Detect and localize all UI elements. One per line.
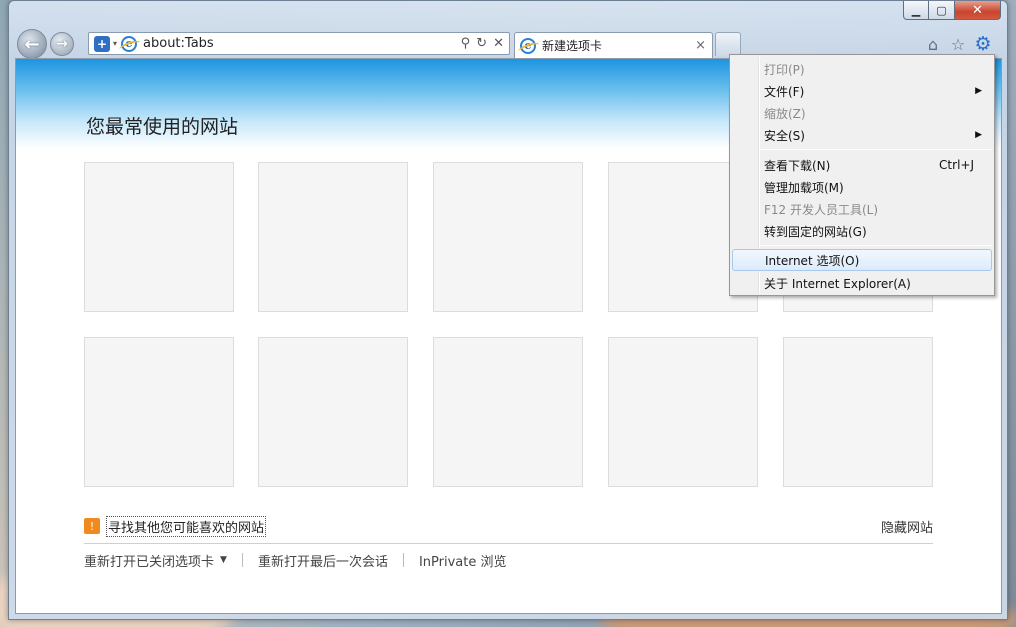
minimize-button[interactable]: ▁	[903, 1, 929, 20]
site-tile[interactable]	[783, 337, 933, 487]
forward-button[interactable]: →	[50, 32, 74, 56]
page-title: 您最常使用的网站	[86, 116, 239, 138]
site-tile[interactable]	[433, 162, 583, 312]
menu-item-label: 文件(F)	[764, 84, 805, 99]
menu-item-pinned-sites[interactable]: 转到固定的网站(G)	[732, 220, 992, 242]
site-tile[interactable]	[608, 337, 758, 487]
stop-icon[interactable]: ✕	[493, 36, 504, 51]
menu-item-view-downloads[interactable]: 查看下载(N) Ctrl+J	[732, 154, 992, 176]
home-icon[interactable]: ⌂	[923, 34, 943, 54]
discover-row: ! 寻找其他您可能喜欢的网站 隐藏网站	[84, 515, 933, 537]
menu-item-f12-devtools[interactable]: F12 开发人员工具(L)	[732, 198, 992, 220]
menu-separator	[760, 245, 992, 246]
ie-page-icon: e	[121, 35, 138, 52]
reopen-last-session-link[interactable]: 重新打开最后一次会话	[258, 551, 388, 570]
address-bar[interactable]: + ▾ e about:Tabs ⚲ ↻ ✕	[88, 32, 510, 55]
address-tools: ⚲ ↻ ✕	[455, 36, 504, 51]
url-field[interactable]: about:Tabs	[143, 36, 455, 51]
ie-tab-icon: e	[520, 37, 536, 54]
menu-item-safety[interactable]: 安全(S) ▶	[732, 124, 992, 146]
session-links: 重新打开已关闭选项卡 ▼ 重新打开最后一次会话 InPrivate 浏览	[84, 550, 506, 570]
chevron-down-icon[interactable]: ▼	[220, 555, 227, 565]
new-tab-button[interactable]	[715, 32, 741, 56]
hide-sites-link[interactable]: 隐藏网站	[881, 517, 933, 536]
inprivate-link[interactable]: InPrivate 浏览	[419, 551, 507, 570]
menu-item-print[interactable]: 打印(P)	[732, 58, 992, 80]
maximize-button[interactable]: ▢	[929, 1, 955, 20]
menu-item-label: 转到固定的网站(G)	[764, 224, 867, 239]
tab-new-tab[interactable]: e 新建选项卡 ×	[514, 32, 713, 58]
menu-item-zoom[interactable]: 缩放(Z)	[732, 102, 992, 124]
menu-item-file[interactable]: 文件(F) ▶	[732, 80, 992, 102]
submenu-arrow-icon: ▶	[975, 86, 982, 96]
close-tab-icon[interactable]: ×	[695, 38, 706, 53]
shortcut-text: Ctrl+J	[939, 158, 974, 172]
reopen-closed-tabs-link[interactable]: 重新打开已关闭选项卡	[84, 551, 214, 570]
menu-item-label: 缩放(Z)	[764, 106, 806, 121]
lightbulb-icon: !	[84, 518, 100, 534]
link-separator	[241, 553, 243, 567]
tab-title: 新建选项卡	[542, 39, 603, 53]
back-button[interactable]: ←	[17, 29, 47, 59]
shield-icon[interactable]: +	[94, 35, 110, 52]
site-tile[interactable]	[84, 162, 234, 312]
search-icon[interactable]: ⚲	[461, 36, 471, 51]
navigation-buttons: ← →	[17, 29, 74, 59]
divider	[84, 543, 933, 544]
menu-separator	[760, 149, 992, 150]
favorites-icon[interactable]: ☆	[948, 34, 968, 54]
caption-buttons: ▁ ▢ ✕	[903, 1, 1001, 20]
command-icons: ⌂ ☆ ⚙	[918, 33, 993, 55]
menu-item-label: 安全(S)	[764, 128, 805, 143]
close-window-button[interactable]: ✕	[955, 1, 1001, 20]
menu-item-about-ie[interactable]: 关于 Internet Explorer(A)	[732, 272, 992, 294]
site-tile[interactable]	[258, 337, 408, 487]
menu-item-manage-addons[interactable]: 管理加载项(M)	[732, 176, 992, 198]
site-tile[interactable]	[258, 162, 408, 312]
menu-item-internet-options[interactable]: Internet 选项(O)	[732, 249, 992, 271]
site-tile[interactable]	[84, 337, 234, 487]
tools-menu: 打印(P) 文件(F) ▶ 缩放(Z) 安全(S) ▶ 查看下载(N) Ctrl+J …	[729, 54, 995, 296]
chevron-down-icon[interactable]: ▾	[113, 39, 117, 48]
menu-item-label: 关于 Internet Explorer(A)	[764, 276, 911, 291]
refresh-icon[interactable]: ↻	[476, 36, 487, 51]
link-separator	[402, 553, 404, 567]
menu-item-label: 管理加载项(M)	[764, 180, 844, 195]
submenu-arrow-icon: ▶	[975, 130, 982, 140]
menu-item-label: Internet 选项(O)	[765, 253, 860, 268]
find-sites-link[interactable]: 寻找其他您可能喜欢的网站	[106, 515, 267, 537]
menu-item-label: F12 开发人员工具(L)	[764, 202, 879, 217]
site-tile[interactable]	[433, 337, 583, 487]
menu-item-label: 查看下载(N)	[764, 158, 831, 173]
menu-item-label: 打印(P)	[764, 62, 805, 77]
gear-icon[interactable]: ⚙	[973, 33, 993, 55]
